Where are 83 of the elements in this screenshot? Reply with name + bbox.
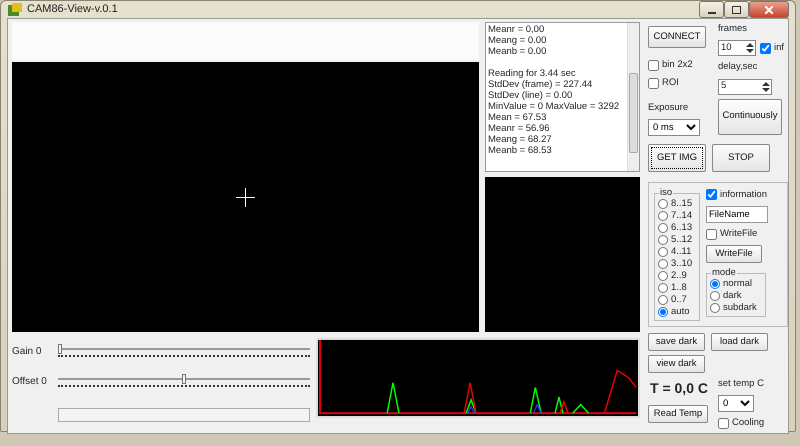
field-label: set temp C [718,376,765,391]
radio-label: dark [723,289,742,303]
information-checkbox[interactable] [706,189,717,200]
log-line: Meang = 68.27 [488,134,553,145]
field-label: frames [718,22,748,36]
stop-button[interactable]: STOP [712,144,770,172]
radio-button[interactable] [658,282,668,293]
scroll-bar[interactable] [627,23,639,171]
log-line: Meanr = 0,00 [488,24,546,35]
window-title: CAM86-View-v.0.1 [27,2,118,18]
log-line: Meanb = 68.53 [488,145,553,156]
radio-button[interactable] [658,294,668,305]
slider-label: Gain 0 [12,345,42,359]
radio-button[interactable] [658,222,668,233]
continuously-button[interactable]: Continuously [718,98,782,134]
roi-checkbox[interactable] [648,78,659,89]
checkbox-label: bin 2x2 [662,58,693,72]
log-line: StdDev (frame) = 227.44 [488,79,594,90]
bin-checkbox[interactable] [648,60,659,71]
close-icon [765,6,773,14]
temperature-readout: T = 0,0 C [649,379,709,398]
radio-button[interactable] [658,234,668,245]
cooling-checkbox[interactable] [718,418,729,429]
filename-field[interactable]: FileName [706,206,768,223]
maximize-button[interactable] [724,1,749,18]
radio-button[interactable] [658,210,668,221]
exposure-dropdown[interactable]: 0 ms [648,118,700,136]
radio-button[interactable] [658,270,668,281]
radio-label: subdark [723,301,757,316]
load-dark-button[interactable]: load dark [711,332,768,351]
checkbox-label: information [720,188,767,202]
log-line: StdDev (line) = 0.00 [488,90,574,101]
log-text-area[interactable]: Meanr = 0,00 Meang = 0.00 Meanb = 0.00 Reading for 3.44 sec StdDev (frame) = 227.44 StdDev (line) = 0.00 MinValue = 0 MaxValue = 3292 Mean = 67.53 Meanr = 56.96 Meang = 68.27 Meanb = 68.53 [485,22,640,172]
frames-spinbox[interactable]: 10 [718,40,756,56]
radio-label: 8..15 [671,196,692,211]
view-dark-button[interactable]: view dark [648,354,705,373]
read-temp-button[interactable]: Read Temp [648,404,708,423]
log-line: Meanb = 0.00 [488,46,548,57]
maximize-icon [732,6,741,14]
set-temp-dropdown[interactable]: 0 [718,395,754,412]
crosshair-icon [236,188,255,206]
slider-label: Offset 0 [12,375,48,389]
radio-button[interactable] [658,246,668,257]
log-line: Mean = 67.53 [488,112,548,123]
radio-button[interactable] [658,306,668,317]
get-image-button[interactable]: GET IMG [648,144,706,172]
inf-checkbox[interactable] [760,42,771,54]
writefile-checkbox[interactable] [706,228,717,240]
log-line: MinValue = 0 MaxValue = 3292 [488,101,620,112]
writefile-button[interactable]: WriteFile [706,245,762,264]
radio-button[interactable] [710,291,720,302]
radio-label: 3..10 [671,256,692,271]
connect-button[interactable]: CONNECT [648,26,706,48]
spin-arrows-icon[interactable] [745,42,755,54]
minimize-icon [708,12,716,14]
field-label: delay,sec [718,60,758,74]
log-line: Meanr = 56.96 [488,123,551,134]
log-line: Reading for 3.44 sec [488,68,577,79]
spin-arrows-icon[interactable] [761,80,771,92]
checkbox-label: ROI [662,76,679,90]
log-line: Meang = 0.00 [488,35,548,46]
radio-label: 6..13 [671,220,692,235]
radio-button[interactable] [710,279,720,290]
radio-label: 7..14 [671,208,692,223]
radio-label: 0..7 [671,292,687,307]
field-label: Exposure [648,100,690,114]
radio-label: normal [723,277,752,291]
radio-label: 4..11 [671,244,692,259]
checkbox-label: inf [774,41,784,56]
radio-label: 2..9 [671,268,687,283]
radio-button[interactable] [710,303,720,314]
radio-label: auto [671,304,690,319]
minimize-button[interactable] [699,1,724,18]
app-icon [7,2,23,18]
radio-button[interactable] [658,198,668,209]
save-dark-button[interactable]: save dark [648,332,705,351]
radio-label: 5..12 [671,232,692,247]
close-button[interactable] [749,1,789,18]
checkbox-label: WriteFile [720,227,758,241]
radio-label: 1..8 [671,280,687,295]
radio-button[interactable] [658,258,668,269]
checkbox-label: Cooling [732,416,764,430]
delay-spinbox[interactable]: 5 [718,78,772,94]
